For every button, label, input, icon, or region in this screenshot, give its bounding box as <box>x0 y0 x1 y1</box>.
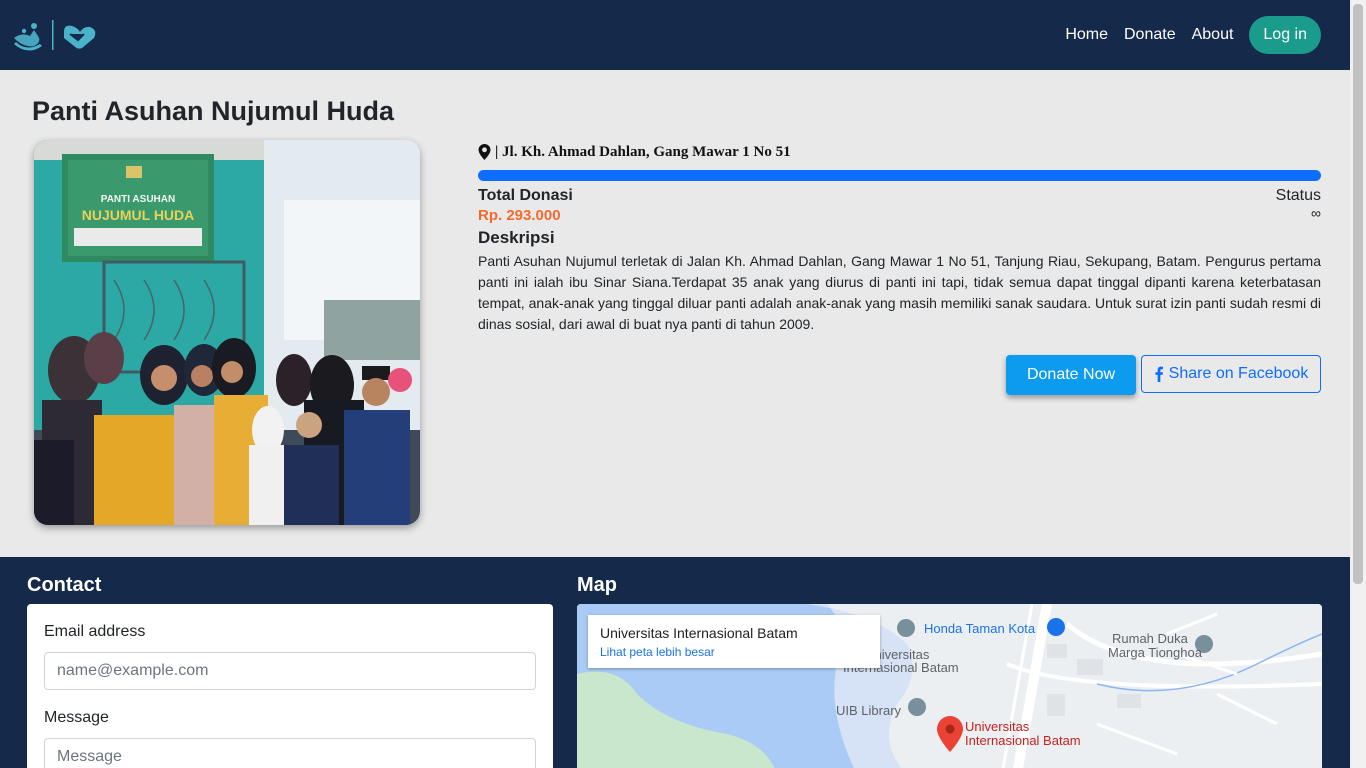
donation-summary: Total Donasi Rp. 293.000 Status ∞ <box>478 187 1321 224</box>
navbar: Home Donate About Log in <box>0 0 1350 70</box>
status-label: Status <box>1275 187 1321 204</box>
map-place-honda[interactable]: Honda Taman Kota <box>924 622 1035 636</box>
map-title: Map <box>577 574 617 596</box>
total-donation-label: Total Donasi <box>478 187 573 204</box>
message-field[interactable] <box>44 738 536 768</box>
map-info-card: Universitas Internasional Batam Lihat pe… <box>588 615 880 668</box>
map-pin-icon <box>478 144 491 160</box>
total-donation: Total Donasi Rp. 293.000 <box>478 187 573 224</box>
map-embed[interactable]: Honda Taman Kota Rumah Duka Marga Tiongh… <box>577 604 1322 768</box>
share-facebook-label: Share on Facebook <box>1168 365 1309 382</box>
contact-title: Contact <box>27 574 102 596</box>
nav-home-link[interactable]: Home <box>1065 26 1108 44</box>
map-place-rumah-duka-2[interactable]: Marga Tionghoa <box>1108 646 1202 660</box>
description-title: Deskripsi <box>478 228 555 247</box>
share-facebook-button[interactable]: Share on Facebook <box>1141 355 1321 393</box>
action-buttons: Donate Now Share on Facebook <box>1006 355 1321 395</box>
login-button[interactable]: Log in <box>1249 16 1321 54</box>
orphanage-photo-image: PANTI ASUHAN NUJUMUL HUDA <box>34 140 420 525</box>
message-label: Message <box>44 709 109 726</box>
nav-links: Home Donate About Log in <box>1065 16 1321 54</box>
page-scrollbar[interactable] <box>1350 0 1366 768</box>
email-label: Email address <box>44 623 146 640</box>
email-field[interactable] <box>44 652 536 690</box>
status-value: ∞ <box>1311 205 1321 221</box>
facebook-icon <box>1155 366 1163 382</box>
status-block: Status ∞ <box>1276 187 1321 224</box>
contact-map-section: Contact Map Email address Message <box>0 557 1350 768</box>
logo-icon[interactable] <box>12 18 98 52</box>
map-place-uib-library[interactable]: UIB Library <box>836 704 901 718</box>
nav-donate-link[interactable]: Donate <box>1124 26 1176 44</box>
orphanage-info: | Jl. Kh. Ahmad Dahlan, Gang Mawar 1 No … <box>478 142 1321 395</box>
description-text: Panti Asuhan Nujumul terletak di Jalan K… <box>478 253 1321 332</box>
contact-form: Email address Message <box>27 604 553 768</box>
view-larger-map-link[interactable]: Lihat peta lebih besar <box>600 645 715 659</box>
photo-sign-line2: NUJUMUL HUDA <box>82 207 195 223</box>
page-title: Panti Asuhan Nujumul Huda <box>32 96 395 126</box>
photo-sign-line1: PANTI ASUHAN <box>101 194 175 205</box>
map-pin-label-1[interactable]: Universitas <box>965 720 1029 734</box>
map-card-title: Universitas Internasional Batam <box>600 625 798 641</box>
address-text: | Jl. Kh. Ahmad Dahlan, Gang Mawar 1 No … <box>495 143 791 160</box>
address-line: | Jl. Kh. Ahmad Dahlan, Gang Mawar 1 No … <box>478 142 1321 162</box>
orphanage-photo: PANTI ASUHAN NUJUMUL HUDA <box>34 140 420 525</box>
map-place-rumah-duka-1[interactable]: Rumah Duka <box>1112 632 1188 646</box>
donate-now-button[interactable]: Donate Now <box>1006 355 1136 395</box>
scrollbar-thumb[interactable] <box>1353 4 1363 584</box>
nav-about-link[interactable]: About <box>1192 26 1234 44</box>
total-donation-value: Rp. 293.000 <box>478 207 561 224</box>
map-pin-label-2[interactable]: Internasional Batam <box>965 734 1081 748</box>
donation-progress-bar <box>478 170 1321 181</box>
